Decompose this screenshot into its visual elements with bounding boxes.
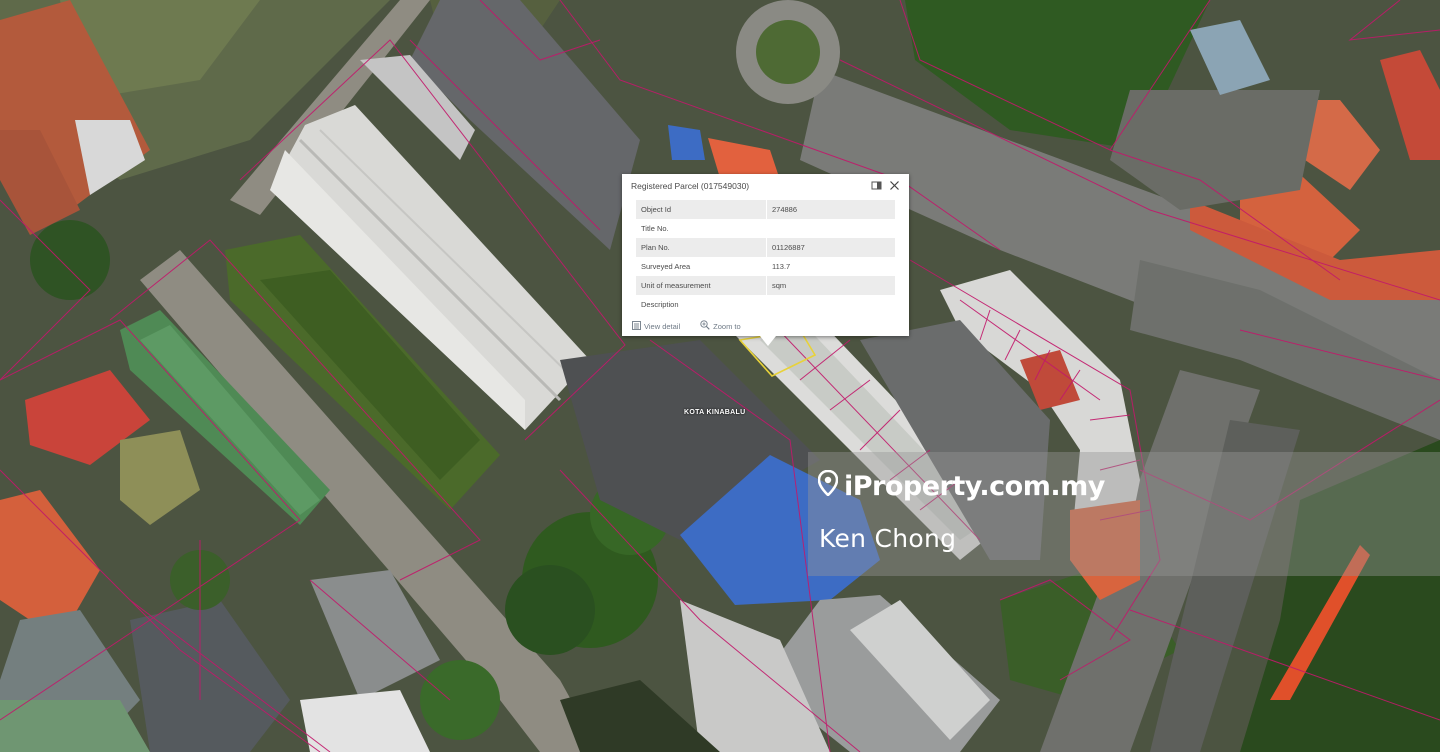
attribute-value (766, 219, 895, 238)
brand-text: iProperty.com.my (844, 471, 1105, 502)
popup-pointer (760, 336, 776, 346)
attribute-table: Object Id 274886 Title No. Plan No. 0112… (636, 200, 895, 314)
view-detail-label: View detail (644, 321, 681, 331)
zoom-to-label: Zoom to (713, 321, 741, 331)
table-row: Unit of measurement sqm (636, 276, 895, 295)
dock-icon[interactable] (870, 179, 883, 192)
parcel-popup: Registered Parcel (017549030) Object Id … (622, 174, 909, 346)
road-label: KOTA KINABALU (684, 409, 746, 416)
attribute-value: 274886 (766, 200, 895, 219)
attribute-value: 113.7 (766, 257, 895, 276)
attribute-value (766, 295, 895, 314)
attribute-label: Plan No. (636, 238, 767, 257)
popup-header: Registered Parcel (017549030) (622, 174, 909, 196)
zoom-to-button[interactable]: Zoom to (700, 320, 741, 332)
attribute-value: 01126887 (766, 238, 895, 257)
table-row: Object Id 274886 (636, 200, 895, 219)
table-row: Description (636, 295, 895, 314)
table-row: Title No. (636, 219, 895, 238)
view-detail-icon (632, 320, 644, 332)
table-row: Surveyed Area 113.7 (636, 257, 895, 276)
watermark: iProperty.com.my Ken Chong (808, 452, 1440, 576)
attribute-label: Description (641, 300, 679, 309)
close-icon[interactable] (888, 179, 901, 192)
table-row: Plan No. 01126887 (636, 238, 895, 257)
watermark-brand: iProperty.com.my (817, 469, 1105, 503)
satellite-map[interactable]: KOTA KINABALU (0, 0, 1440, 752)
attribute-label: Surveyed Area (641, 262, 691, 271)
zoom-to-icon (700, 320, 713, 332)
location-pin-icon (817, 469, 839, 503)
popup-actions: View detail Zoom to (632, 320, 761, 332)
popup-title: Registered Parcel (017549030) (631, 181, 750, 191)
agent-name: Ken Chong (819, 524, 957, 553)
view-detail-button[interactable]: View detail (632, 320, 680, 332)
aerial-imagery (0, 0, 1440, 752)
attribute-value: sqm (766, 276, 895, 295)
attribute-label: Title No. (641, 224, 669, 233)
attribute-label: Object Id (636, 200, 767, 219)
attribute-label: Unit of measurement (636, 276, 767, 295)
